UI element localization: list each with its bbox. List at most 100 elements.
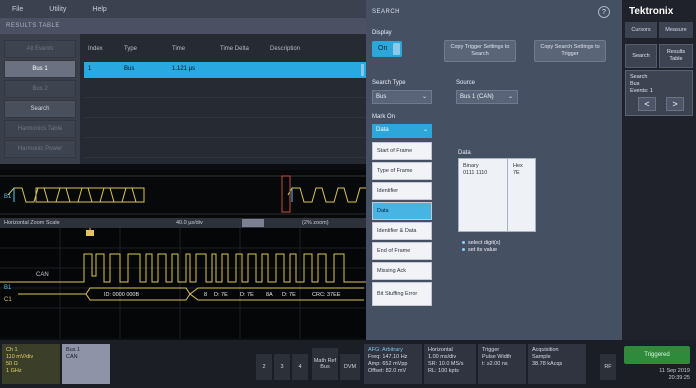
side-item-harmonic-power[interactable]: Harmonic Power — [4, 140, 76, 158]
horizontal-badge[interactable]: Horizontal 1.00 ms/div SR: 10.0 MS/s RL:… — [424, 344, 476, 384]
copy-search-to-trigger-button[interactable]: Copy Search Settings to Trigger — [534, 40, 606, 62]
binary-header: Binary — [463, 163, 479, 169]
data-label: Data — [458, 150, 471, 156]
hex-value[interactable]: 7E — [513, 170, 520, 176]
zoom-overview[interactable]: B1 — [0, 170, 366, 218]
bullet-icon — [462, 248, 465, 252]
decoded-data: 8A — [266, 292, 273, 298]
binary-value[interactable]: 0111 1110 — [463, 170, 487, 176]
toggle-knob — [393, 43, 400, 55]
triggered-status[interactable]: Triggered — [624, 346, 690, 364]
bottom-bar: Ch 1 110 mV/div 50 Ω 1 GHz Bus 1 CAN 2 3… — [0, 340, 696, 388]
datetime: 11 Sep 2019 20:39:25 — [659, 368, 690, 382]
mark-option-start-of-frame[interactable]: Start of Frame — [372, 142, 432, 160]
search-type-select[interactable]: Bus ⌄ — [372, 90, 432, 104]
menu-file[interactable]: File — [12, 6, 23, 13]
chevron-down-icon: ⌄ — [422, 127, 428, 133]
dvm-button[interactable]: DVM — [340, 354, 360, 380]
table-row-selected[interactable]: 1 Bus 1.121 µs — [84, 62, 366, 78]
mark-option-end-of-frame[interactable]: End of Frame — [372, 242, 432, 260]
chevron-down-icon: ⌄ — [421, 94, 427, 100]
search-type-value: Bus — [376, 94, 387, 100]
hint-select: select digit(s) — [468, 240, 501, 246]
col-type[interactable]: Type — [124, 46, 137, 52]
bullet-icon — [462, 241, 465, 245]
trigger-badge[interactable]: Trigger Pulse Width t: ≥2.00 ns — [478, 344, 526, 384]
ch1-impedance: 50 Ω — [6, 361, 18, 367]
mark-option-bit-stuffing-error[interactable]: Bit Stuffing Error — [372, 282, 432, 306]
horizontal-rl: RL: 100 kpts — [428, 368, 459, 374]
tab-cursors[interactable]: Cursors — [625, 22, 657, 38]
tektronix-logo: Tektronix — [629, 6, 674, 17]
decoded-data: D: 7E — [214, 292, 228, 298]
zoom-overview-wave: B1 — [0, 175, 366, 215]
table-header: Index Type Time Time Delta Description — [80, 34, 366, 58]
math-ref-bus-button[interactable]: Math Ref Bus — [312, 348, 338, 380]
copy-trigger-to-search-button[interactable]: Copy Trigger Settings to Search — [444, 40, 516, 62]
search-panel: SEARCH ? Display On Copy Trigger Setting… — [366, 0, 622, 340]
mark-option-identifier[interactable]: Identifier — [372, 182, 432, 200]
col-index[interactable]: Index — [88, 46, 103, 52]
results-table-title: RESULTS TABLE — [0, 18, 366, 34]
side-item-harmonics-table[interactable]: Harmonics Table — [4, 120, 76, 138]
ch1-scale: 110 mV/div — [6, 354, 34, 360]
row-scroll-indicator — [361, 64, 364, 76]
afg-amp: Amp: 652 mVpp — [368, 361, 408, 367]
zoom-scale-value[interactable]: 40.0 µs/div — [176, 220, 203, 226]
zoom-percent: (2% zoom) — [302, 220, 329, 226]
mark-option-identifier-and-data[interactable]: Identifier & Data — [372, 222, 432, 240]
table-row — [84, 140, 366, 158]
mark-on-value: Data — [376, 127, 389, 133]
side-item-bus1[interactable]: Bus 1 — [4, 60, 76, 78]
menu-utility[interactable]: Utility — [49, 6, 66, 13]
decoded-data: D: 7E — [282, 292, 296, 298]
rf-button[interactable]: RF — [600, 354, 616, 380]
channel-2-button[interactable]: 2 — [256, 354, 272, 380]
source-select[interactable]: Bus 1 (CAN) ⌄ — [456, 90, 518, 104]
afg-offset: Offset: 82.0 mV — [368, 368, 407, 374]
ch1-badge[interactable]: Ch 1 110 mV/div 50 Ω 1 GHz — [2, 344, 60, 384]
col-time[interactable]: Time — [172, 46, 185, 52]
mark-on-label: Mark On — [372, 114, 396, 120]
afg-freq: Freq: 147.10 Hz — [368, 354, 408, 360]
search-button[interactable]: Search — [625, 44, 657, 68]
chevron-down-icon: ⌄ — [507, 94, 513, 100]
col-time-delta[interactable]: Time Delta — [220, 46, 249, 52]
table-row — [84, 100, 366, 118]
mark-option-type-of-frame[interactable]: Type of Frame — [372, 162, 432, 180]
side-item-bus2[interactable]: Bus 2 — [4, 80, 76, 98]
results-table-button[interactable]: Results Table — [659, 44, 693, 68]
help-icon[interactable]: ? — [598, 6, 610, 18]
decoded-id: ID: 0000 000B — [104, 292, 139, 298]
previous-event-button[interactable]: < — [638, 97, 656, 111]
ch1-marker: C1 — [4, 297, 12, 303]
search-badge-type: Bus — [630, 81, 640, 87]
acquisition-badge[interactable]: Acquisition Sample 38.78 kAcqs — [528, 344, 586, 384]
col-description[interactable]: Description — [270, 46, 300, 52]
mark-option-data[interactable]: Data — [372, 202, 432, 220]
search-badge[interactable]: Search Bus Events: 1 < > — [625, 70, 693, 116]
acquisition-label: Acquisition — [532, 347, 559, 353]
mark-option-missing-ack[interactable]: Missing Ack — [372, 262, 432, 280]
mark-on-select[interactable]: Data ⌄ — [372, 124, 432, 138]
next-event-button[interactable]: > — [666, 97, 684, 111]
horizontal-label: Horizontal — [428, 347, 453, 353]
zoom-label: Horizontal Zoom Scale — [4, 220, 60, 226]
acquisition-rate: 38.78 kAcqs — [532, 361, 563, 367]
menu-help[interactable]: Help — [92, 6, 106, 13]
bus1-badge[interactable]: Bus 1 CAN — [62, 344, 110, 384]
channel-4-button[interactable]: 4 — [292, 354, 308, 380]
zoom-handle[interactable] — [242, 219, 264, 227]
decoded-data: D: 7E — [240, 292, 254, 298]
data-entry-box[interactable]: Binary 0111 1110 Hex 7E — [458, 158, 536, 232]
channel-3-button[interactable]: 3 — [274, 354, 290, 380]
display-toggle[interactable]: On — [372, 41, 402, 57]
zoom-scale-bar: Horizontal Zoom Scale 40.0 µs/div (2% zo… — [0, 218, 366, 228]
trigger-label: Trigger — [482, 347, 500, 353]
main-waveform[interactable]: CAN B1 C1 ID: 0000 000B 8 D: 7E D: 7E 8A… — [0, 228, 366, 338]
side-item-all-events[interactable]: All Events — [4, 40, 76, 58]
side-item-search[interactable]: Search — [4, 100, 76, 118]
afg-badge[interactable]: AFG: Arbitrary Freq: 147.10 Hz Amp: 652 … — [364, 344, 422, 384]
hint-set: set its value — [468, 247, 498, 253]
tab-measure[interactable]: Measure — [659, 22, 693, 38]
